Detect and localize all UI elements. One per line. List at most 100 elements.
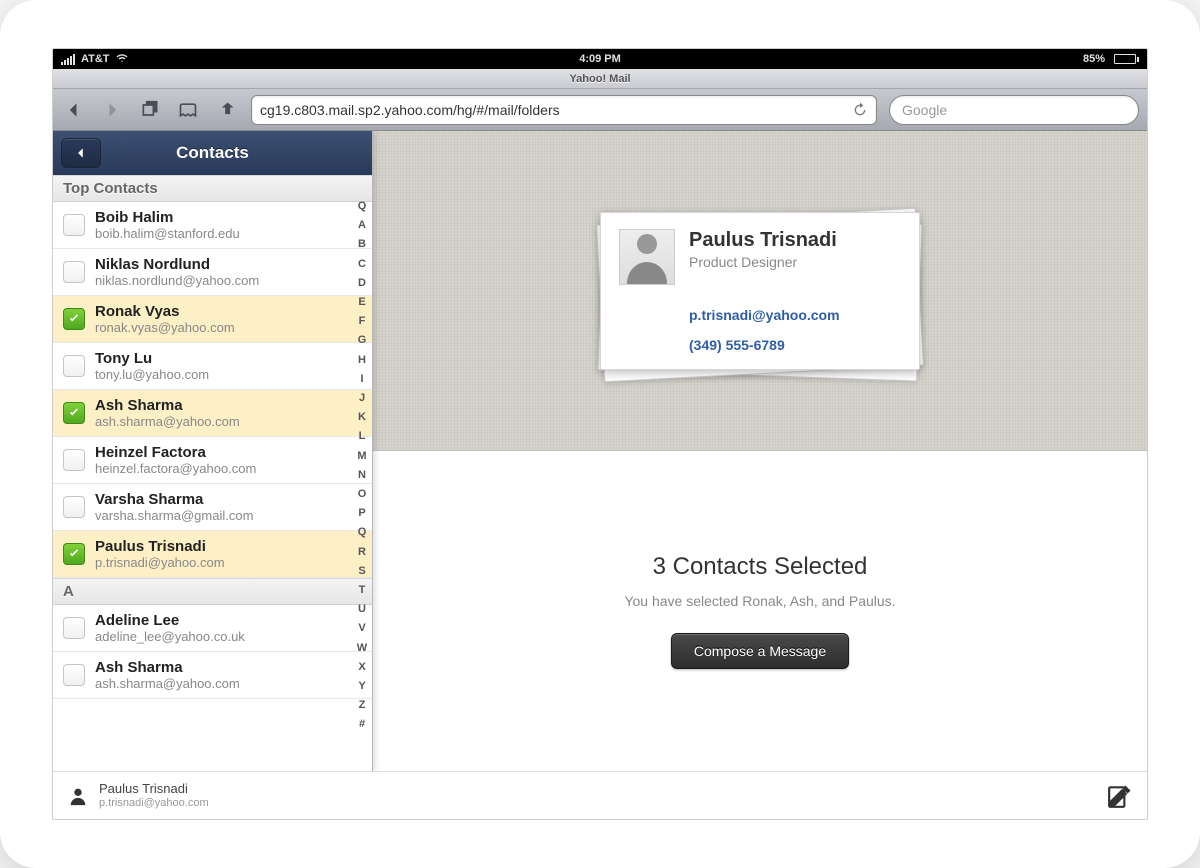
contact-row[interactable]: Varsha Sharmavarsha.sharma@gmail.com xyxy=(53,484,372,531)
browser-back-button[interactable] xyxy=(61,97,87,123)
checkbox[interactable] xyxy=(63,261,85,283)
index-letter[interactable]: Q xyxy=(354,197,370,216)
contact-name: Ash Sharma xyxy=(95,659,240,676)
index-letter[interactable]: K xyxy=(354,408,370,427)
contact-email: heinzel.factora@yahoo.com xyxy=(95,461,256,476)
sidebar-header: Contacts xyxy=(53,131,372,175)
index-letter[interactable]: S xyxy=(354,562,370,581)
contact-row[interactable]: Boib Halimboib.halim@stanford.edu xyxy=(53,202,372,249)
footer-email: p.trisnadi@yahoo.com xyxy=(99,797,209,809)
status-bar: AT&T 4:09 PM 85% xyxy=(53,49,1147,69)
contact-row[interactable]: Adeline Leeadeline_lee@yahoo.co.uk xyxy=(53,605,372,652)
alpha-index[interactable]: QABCDEFGHIJKLMNOPQRSTUVWXYZ# xyxy=(354,175,370,771)
contact-row[interactable]: Tony Lutony.lu@yahoo.com xyxy=(53,343,372,390)
battery-icon xyxy=(1111,54,1139,64)
contact-row[interactable]: Heinzel Factoraheinzel.factora@yahoo.com xyxy=(53,437,372,484)
contact-email: varsha.sharma@gmail.com xyxy=(95,508,253,523)
carrier-label: AT&T xyxy=(81,53,110,65)
checkbox[interactable] xyxy=(63,617,85,639)
app-content: Contacts QABCDEFGHIJKLMNOPQRSTUVWXYZ# To… xyxy=(53,131,1147,771)
contact-card: Paulus Trisnadi Product Designer p.trisn… xyxy=(600,212,920,370)
index-letter[interactable]: # xyxy=(354,715,370,734)
search-bar[interactable]: Google xyxy=(889,95,1139,125)
compose-message-button[interactable]: Compose a Message xyxy=(671,633,849,669)
contact-name: Heinzel Factora xyxy=(95,444,256,461)
checkbox[interactable] xyxy=(63,664,85,686)
index-letter[interactable]: D xyxy=(354,274,370,293)
card-phone[interactable]: (349) 555-6789 xyxy=(689,337,901,353)
contact-row[interactable]: Ash Sharmaash.sharma@yahoo.com xyxy=(53,652,372,699)
index-letter[interactable]: C xyxy=(354,255,370,274)
footer-name: Paulus Trisnadi xyxy=(99,782,209,796)
card-name: Paulus Trisnadi xyxy=(689,229,837,252)
contacts-list[interactable]: QABCDEFGHIJKLMNOPQRSTUVWXYZ# Top Contact… xyxy=(53,175,372,771)
contact-row[interactable]: Ronak Vyasronak.vyas@yahoo.com xyxy=(53,296,372,343)
back-button[interactable] xyxy=(61,138,101,168)
contact-email: p.trisnadi@yahoo.com xyxy=(95,555,225,570)
contact-name: Ash Sharma xyxy=(95,397,240,414)
index-letter[interactable]: T xyxy=(354,581,370,600)
index-letter[interactable]: R xyxy=(354,543,370,562)
contact-row[interactable]: Niklas Nordlundniklas.nordlund@yahoo.com xyxy=(53,249,372,296)
detail-pane: Paulus Trisnadi Product Designer p.trisn… xyxy=(373,131,1147,771)
index-letter[interactable]: F xyxy=(354,312,370,331)
index-letter[interactable]: H xyxy=(354,351,370,370)
share-button[interactable] xyxy=(213,97,239,123)
card-area: Paulus Trisnadi Product Designer p.trisn… xyxy=(373,131,1147,451)
index-letter[interactable]: N xyxy=(354,466,370,485)
contact-name: Tony Lu xyxy=(95,350,209,367)
tabs-button[interactable] xyxy=(137,97,163,123)
clock: 4:09 PM xyxy=(579,53,621,65)
contact-row[interactable]: Ash Sharmaash.sharma@yahoo.com xyxy=(53,390,372,437)
contact-name: Ronak Vyas xyxy=(95,303,235,320)
page-title: Yahoo! Mail xyxy=(53,69,1147,89)
index-letter[interactable]: M xyxy=(354,447,370,466)
contacts-sidebar: Contacts QABCDEFGHIJKLMNOPQRSTUVWXYZ# To… xyxy=(53,131,373,771)
checkbox[interactable] xyxy=(63,308,85,330)
index-letter[interactable]: V xyxy=(354,619,370,638)
index-letter[interactable]: L xyxy=(354,427,370,446)
index-letter[interactable]: Z xyxy=(354,696,370,715)
checkbox[interactable] xyxy=(63,543,85,565)
screen: AT&T 4:09 PM 85% Yahoo! Mail cg19.c803.m… xyxy=(52,48,1148,820)
index-letter[interactable]: U xyxy=(354,600,370,619)
index-letter[interactable]: Y xyxy=(354,677,370,696)
wifi-icon xyxy=(116,52,128,67)
contact-name: Paulus Trisnadi xyxy=(95,538,225,555)
contact-name: Adeline Lee xyxy=(95,612,245,629)
card-role: Product Designer xyxy=(689,254,837,270)
signal-icon xyxy=(61,54,75,65)
summary-area: 3 Contacts Selected You have selected Ro… xyxy=(373,451,1147,771)
checkbox[interactable] xyxy=(63,355,85,377)
user-silhouette-icon xyxy=(67,785,89,807)
index-letter[interactable]: I xyxy=(354,370,370,389)
index-letter[interactable]: J xyxy=(354,389,370,408)
avatar xyxy=(619,229,675,285)
battery-percent: 85% xyxy=(1083,53,1105,65)
contact-email: ash.sharma@yahoo.com xyxy=(95,676,240,691)
checkbox[interactable] xyxy=(63,214,85,236)
index-letter[interactable]: B xyxy=(354,235,370,254)
section-header-top: Top Contacts xyxy=(53,175,372,202)
checkbox[interactable] xyxy=(63,449,85,471)
sidebar-title: Contacts xyxy=(176,143,249,163)
index-letter[interactable]: P xyxy=(354,504,370,523)
index-letter[interactable]: G xyxy=(354,331,370,350)
contact-row[interactable]: Paulus Trisnadip.trisnadi@yahoo.com xyxy=(53,531,372,578)
index-letter[interactable]: E xyxy=(354,293,370,312)
index-letter[interactable]: A xyxy=(354,216,370,235)
address-bar[interactable]: cg19.c803.mail.sp2.yahoo.com/hg/#/mail/f… xyxy=(251,95,877,125)
checkbox[interactable] xyxy=(63,402,85,424)
index-letter[interactable]: X xyxy=(354,658,370,677)
browser-forward-button[interactable] xyxy=(99,97,125,123)
compose-icon[interactable] xyxy=(1107,783,1133,809)
card-email[interactable]: p.trisnadi@yahoo.com xyxy=(689,307,901,323)
index-letter[interactable]: Q xyxy=(354,523,370,542)
bookmarks-button[interactable] xyxy=(175,97,201,123)
index-letter[interactable]: O xyxy=(354,485,370,504)
index-letter[interactable]: W xyxy=(354,639,370,658)
section-header-a: A xyxy=(53,578,372,605)
url-text: cg19.c803.mail.sp2.yahoo.com/hg/#/mail/f… xyxy=(260,102,560,118)
checkbox[interactable] xyxy=(63,496,85,518)
reload-icon[interactable] xyxy=(852,102,868,118)
